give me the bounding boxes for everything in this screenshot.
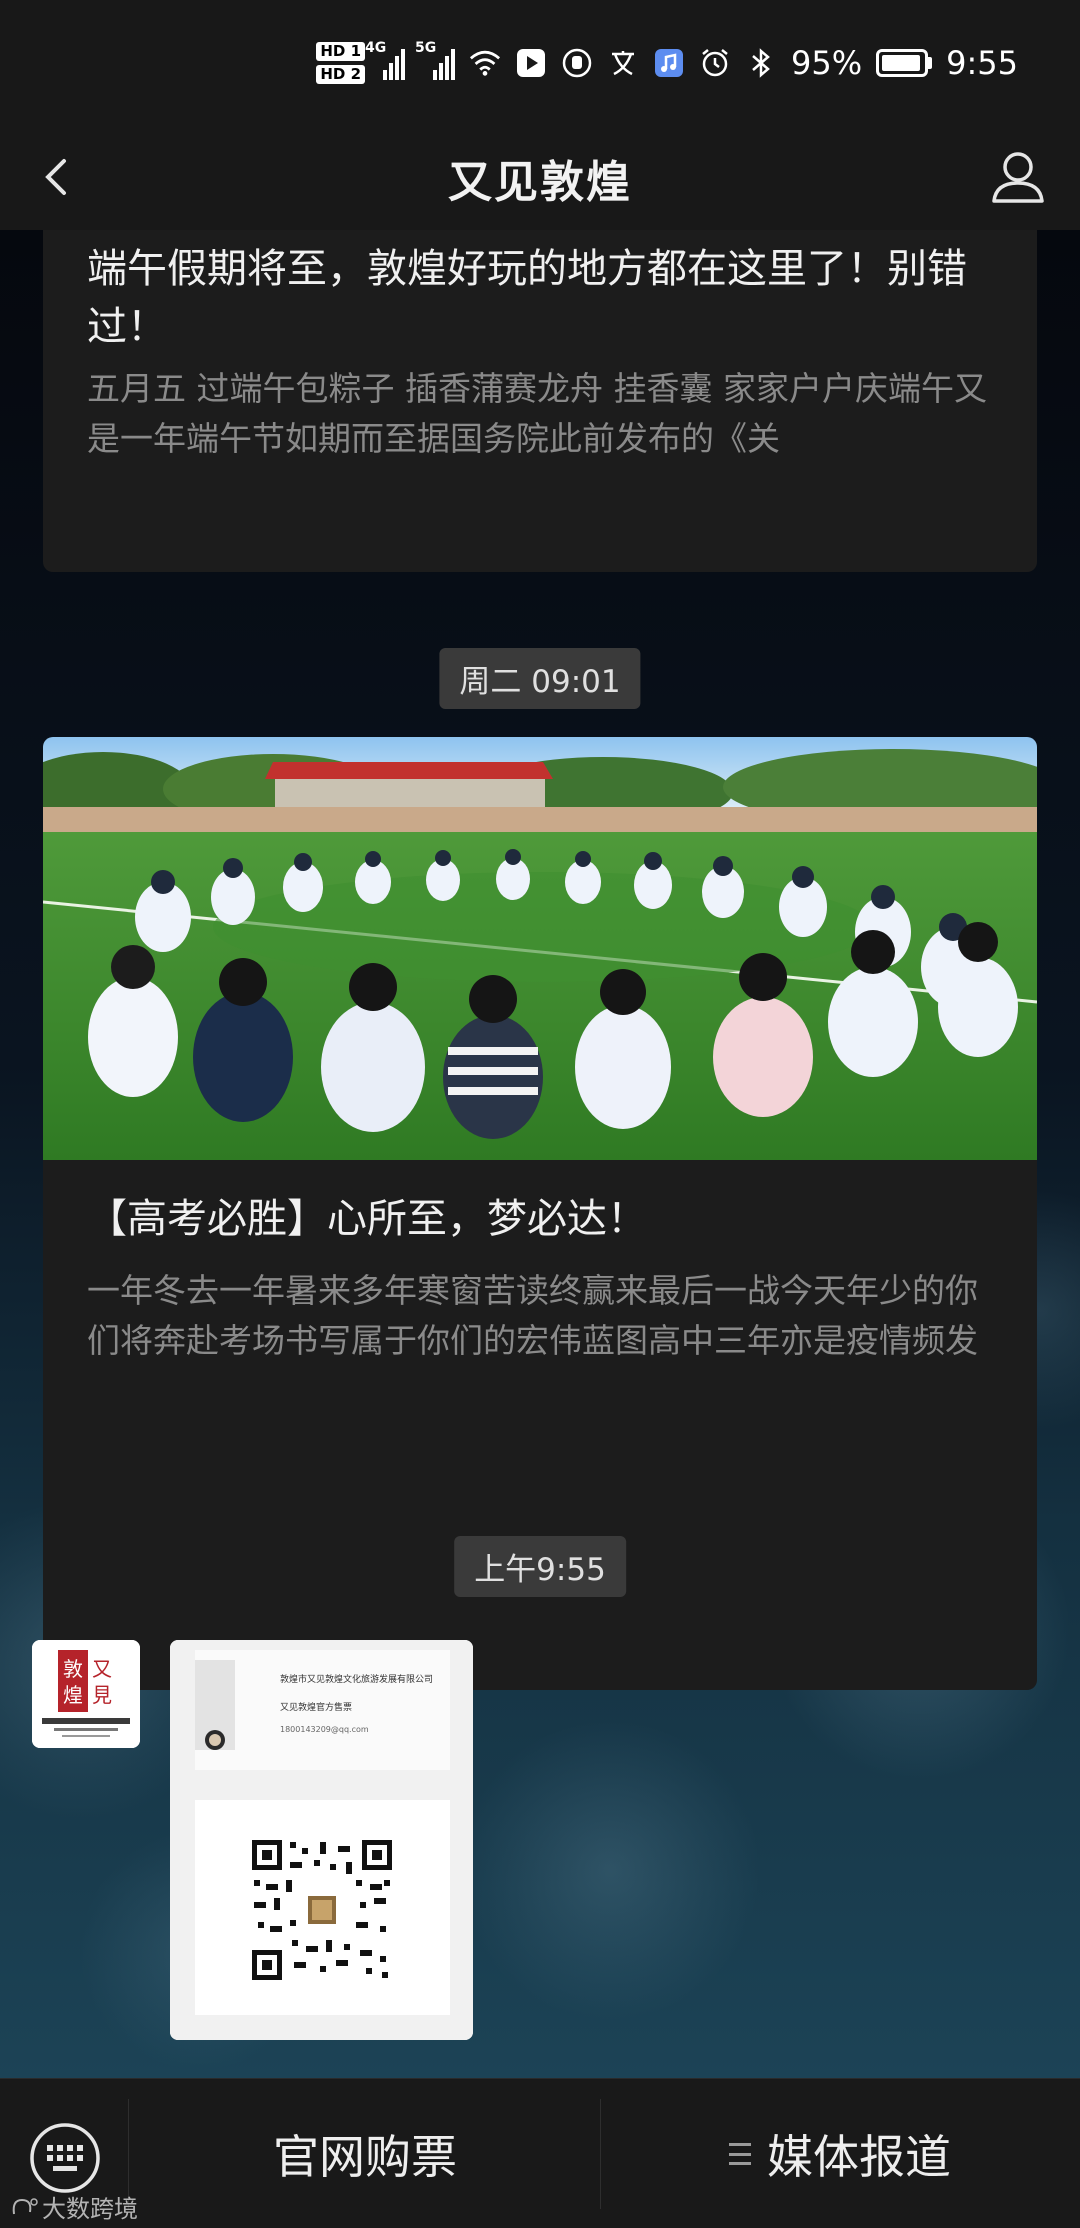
bluetooth-icon <box>745 47 777 79</box>
menu-buy-tickets[interactable]: 官网购票 <box>130 2109 600 2199</box>
status-bar: HD 1 HD 2 4G 5G 95% 9:55 <box>0 0 1080 125</box>
bottom-menu-bar: 官网购票 媒体报道 大数跨境 <box>0 2078 1080 2228</box>
keyboard-toggle-button[interactable] <box>28 2121 102 2195</box>
wifi-icon <box>469 47 501 79</box>
page-title: 又见敦煌 <box>448 156 632 208</box>
timestamp-chip: 周二 09:01 <box>439 648 641 709</box>
translate-icon <box>607 47 639 79</box>
chevron-left-icon <box>45 159 66 195</box>
timestamp-chip: 上午9:55 <box>454 1536 626 1597</box>
hd-indicator: HD 1 HD 2 <box>316 41 366 84</box>
hd1-badge: HD 1 <box>316 41 366 61</box>
article-title: 【高考必胜】心所至，梦必达！ <box>87 1196 647 1242</box>
hand-icon <box>561 47 593 79</box>
profile-button[interactable] <box>986 145 1050 209</box>
signal-sim2-icon: 5G <box>415 40 456 80</box>
article-title: 端午假期将至，敦煌好玩的地方都在这里了！别错过！ <box>87 246 967 350</box>
title-bar: 又见敦煌 <box>0 125 1080 230</box>
back-button[interactable] <box>30 147 90 207</box>
qr-company-text: 敦煌市又见敦煌文化旅游发展有限公司 <box>280 1673 433 1685</box>
article-summary: 五月五 过端午包粽子 插香蒲赛龙舟 挂香囊 家家户户庆端午又是一年端午节如期而至… <box>87 369 987 458</box>
qr-subtitle-text: 又见敦煌官方售票 <box>280 1701 352 1713</box>
article-body: 【高考必胜】心所至，梦必达！ 一年冬去一年暑来多年寒窗苦读终赢来最后一战今天年少… <box>43 1160 1037 1366</box>
battery-percent: 95% <box>791 43 863 82</box>
svg-text:煌: 煌 <box>63 1683 83 1707</box>
alarm-icon <box>699 47 731 79</box>
play-app-icon <box>515 47 547 79</box>
sim2-label: 5G <box>415 39 437 56</box>
watermark-text: 大数跨境 <box>42 2195 138 2223</box>
hamburger-icon <box>729 2143 751 2165</box>
qr-image-message[interactable]: 敦煌市又见敦煌文化旅游发展有限公司 又见敦煌官方售票 1800143209@qq… <box>170 1640 473 2040</box>
menu-buy-tickets-label: 官网购票 <box>273 2130 457 2184</box>
svg-text:見: 見 <box>92 1683 112 1707</box>
qr-email-text: 1800143209@qq.com <box>280 1725 369 1734</box>
watermark-logo-icon <box>12 2197 38 2214</box>
menu-media-reports[interactable]: 媒体报道 <box>600 2109 1080 2199</box>
menu-media-reports-label: 媒体报道 <box>767 2130 951 2184</box>
article-summary: 一年冬去一年暑来多年寒窗苦读终赢来最后一战今天年少的你们将奔赴考场书写属于你们的… <box>87 1271 978 1360</box>
person-icon <box>992 152 1044 203</box>
svg-text:敦: 敦 <box>63 1657 83 1681</box>
article-card-dragon-boat[interactable]: 端午假期将至，敦煌好玩的地方都在这里了！别错过！ 五月五 过端午包粽子 插香蒲赛… <box>43 230 1037 572</box>
account-avatar[interactable]: 敦 煌 又 見 <box>32 1640 140 1748</box>
music-app-icon <box>653 47 685 79</box>
watermark: 大数跨境 <box>10 2189 138 2224</box>
sim1-label: 4G <box>365 39 387 56</box>
article-cover-image <box>43 737 1037 1160</box>
message-list[interactable]: 端午假期将至，敦煌好玩的地方都在这里了！别错过！ 五月五 过端午包粽子 插香蒲赛… <box>0 230 1080 2078</box>
keyboard-icon <box>30 2123 100 2193</box>
clock: 9:55 <box>946 43 1018 82</box>
svg-text:又: 又 <box>92 1657 112 1681</box>
hd2-badge: HD 2 <box>316 64 366 84</box>
battery-icon <box>876 48 933 77</box>
qr-code <box>252 1840 392 1980</box>
signal-sim1-icon: 4G <box>365 40 406 80</box>
